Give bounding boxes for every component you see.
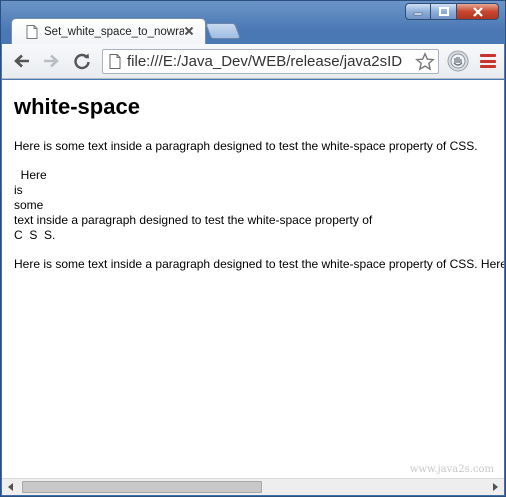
reload-icon [74,53,90,70]
url-text[interactable]: file:///E:/Java_Dev/WEB/release/java2sID [127,53,417,70]
forward-arrow-icon [44,54,59,68]
paragraph-nowrap: Here is some text inside a paragraph des… [14,257,504,271]
bookmark-star-icon[interactable] [415,51,435,72]
toolbar: file:///E:/Java_Dev/WEB/release/java2sID [2,44,504,79]
watermark: www.java2s.com [409,464,494,475]
page-viewport: white-space Here is some text inside a p… [2,80,504,478]
extension-icon[interactable] [447,50,469,72]
minimize-button[interactable] [405,3,431,20]
tab-title: Set_white_space_to_nowrap [44,25,184,38]
page-heading: white-space [14,94,140,119]
horizontal-scrollbar[interactable] [2,478,504,495]
close-window-button[interactable] [457,3,499,20]
maximize-button[interactable] [431,3,457,20]
page-icon [26,24,38,39]
paragraph-normal: Here is some text inside a paragraph des… [14,139,478,153]
page-content: white-space Here is some text inside a p… [2,80,504,272]
maximize-icon [438,7,449,16]
scroll-left-arrow-icon[interactable] [8,483,13,491]
window-controls [405,3,499,20]
page-icon [109,53,121,69]
address-bar[interactable]: file:///E:/Java_Dev/WEB/release/java2sID [102,48,439,74]
menu-icon[interactable] [479,52,497,70]
minimize-icon [413,12,423,15]
close-icon [472,6,483,17]
back-arrow-icon [14,54,29,68]
browser-window: Set_white_space_to_nowrap file:///E:/Jav… [0,0,506,497]
forward-button[interactable] [38,48,64,74]
scrollbar-thumb[interactable] [22,481,262,493]
back-button[interactable] [9,48,35,74]
tab-active[interactable]: Set_white_space_to_nowrap [11,18,206,44]
reload-button[interactable] [69,48,95,74]
scroll-right-arrow-icon[interactable] [493,483,498,491]
paragraph-pre: Here is some text inside a paragraph des… [14,168,373,242]
new-tab-button[interactable] [205,23,241,39]
tab-close-icon[interactable] [183,25,195,37]
